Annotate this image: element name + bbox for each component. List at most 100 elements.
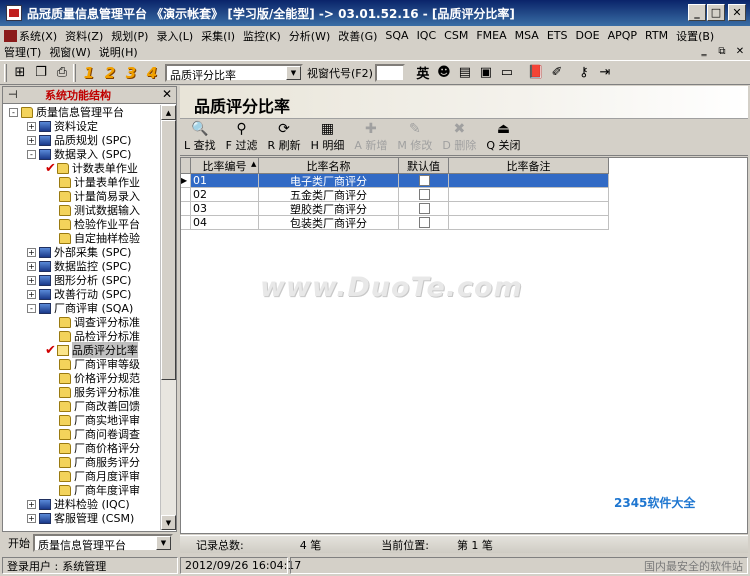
tree-node[interactable]: + 资料设定 — [27, 119, 98, 133]
sidebar-scrollbar[interactable]: ▲ ▼ — [160, 105, 176, 530]
collapse-icon[interactable]: - — [27, 303, 36, 313]
expand-icon[interactable]: + — [27, 499, 36, 509]
tree-node[interactable]: + 数据监控 (SPC) — [27, 259, 131, 273]
maximize-button[interactable]: □ — [707, 4, 725, 21]
detail-button[interactable]: ▦ H 明细 — [311, 121, 345, 155]
print-icon[interactable]: ⎙ — [52, 63, 72, 83]
menu-item-11[interactable]: FMEA — [476, 29, 506, 42]
menu-item-5[interactable]: 监控(K) — [243, 28, 281, 44]
tree-node[interactable]: 厂商问卷调查 — [45, 427, 140, 441]
delete-button[interactable]: ✖ D 删除 — [442, 121, 476, 155]
expand-icon[interactable]: + — [27, 261, 36, 271]
tree-node[interactable]: 厂商价格评分 — [45, 441, 140, 455]
tree-node[interactable]: 厂商服务评分 — [45, 455, 140, 469]
grid-cell-code[interactable]: 03 — [191, 202, 259, 216]
pin-icon[interactable]: ⊣ — [8, 88, 18, 101]
menu2-item-1[interactable]: 视窗(W) — [49, 44, 90, 60]
minimize-button[interactable]: _ — [688, 4, 706, 21]
grid-cell-remark[interactable] — [449, 188, 609, 202]
tree-node[interactable]: 厂商实地评审 — [45, 413, 140, 427]
menu2-item-0[interactable]: 管理(T) — [4, 44, 41, 60]
menu-item-8[interactable]: SQA — [385, 29, 408, 42]
tree-node[interactable]: + 客服管理 (CSM) — [27, 511, 134, 525]
calculator-icon[interactable]: ▤ — [455, 63, 475, 83]
copy-icon[interactable]: ❐ — [31, 63, 51, 83]
expand-icon[interactable]: + — [27, 513, 36, 523]
tree-node[interactable]: ✔ 计数表单作业 — [45, 161, 138, 176]
find-button[interactable]: 🔍 L 查找 — [184, 121, 216, 155]
menu-item-13[interactable]: ETS — [547, 29, 568, 42]
add-button[interactable]: ✚ A 新增 — [354, 121, 387, 155]
window-select[interactable]: 品质评分比率 ▼ — [165, 63, 303, 82]
menu-item-3[interactable]: 录入(L) — [156, 28, 193, 44]
shortcut-4-button[interactable]: 4 — [142, 63, 162, 83]
scroll-up-button[interactable]: ▲ — [161, 105, 176, 120]
menu-item-16[interactable]: RTM — [645, 29, 668, 42]
close-icon[interactable]: ✕ — [162, 87, 172, 101]
column-header[interactable]: 比率备注 — [449, 158, 609, 174]
tree-node[interactable]: 价格评分规范 — [45, 371, 140, 385]
menu-item-15[interactable]: APQP — [608, 29, 637, 42]
grid-cell-default[interactable]: ✔ — [399, 174, 449, 188]
tree-icon[interactable]: ⊞ — [10, 63, 30, 83]
language-toggle[interactable]: 英 — [413, 63, 433, 83]
tree-node[interactable]: 测试数据输入 — [45, 203, 140, 217]
tree-node[interactable]: 服务评分标准 — [45, 385, 140, 399]
mdi-close-button[interactable]: ✕ — [732, 44, 748, 58]
expand-icon[interactable]: + — [27, 275, 36, 285]
shortcut-2-button[interactable]: 2 — [100, 63, 120, 83]
filter-button[interactable]: ⚲ F 过滤 — [226, 121, 258, 155]
tree-node[interactable]: 厂商年度评审 — [45, 483, 140, 497]
tree-node[interactable]: - 厂商评审 (SQA) — [27, 301, 133, 315]
chevron-down-icon[interactable]: ▼ — [156, 536, 171, 550]
shortcut-1-button[interactable]: 1 — [79, 63, 99, 83]
tree-node[interactable]: 计量简易录入 — [45, 189, 140, 203]
window-code-input[interactable] — [374, 63, 405, 82]
menu-item-12[interactable]: MSA — [515, 29, 539, 42]
default-checkbox[interactable] — [419, 189, 430, 200]
refresh-button[interactable]: ⟳ R 刷新 — [267, 121, 300, 155]
grid-cell-remark[interactable] — [449, 216, 609, 230]
menu-item-10[interactable]: CSM — [444, 29, 468, 42]
scroll-down-button[interactable]: ▼ — [161, 515, 176, 530]
tree-node[interactable]: - 数据录入 (SPC) — [27, 147, 131, 161]
menu-item-9[interactable]: IQC — [417, 29, 437, 42]
grid-cell-default[interactable] — [399, 188, 449, 202]
window-icon[interactable]: ▭ — [497, 63, 517, 83]
expand-icon[interactable]: + — [27, 135, 36, 145]
grid-cell-code[interactable]: 01 — [191, 174, 259, 188]
exit-icon[interactable]: ⇥ — [595, 63, 615, 83]
column-header[interactable]: 比率编号 — [191, 158, 259, 174]
grid-cell-name[interactable]: 包装类厂商评分 — [259, 216, 399, 230]
tree-node[interactable]: 厂商评审等级 — [45, 357, 140, 371]
menu-item-0[interactable]: 系统(X) — [4, 28, 57, 44]
tree-node[interactable]: + 图形分析 (SPC) — [27, 273, 131, 287]
tree-node[interactable]: 检验作业平台 — [45, 217, 140, 231]
tree-node[interactable]: ✔ 品质评分比率 — [45, 342, 138, 358]
default-checkbox[interactable] — [419, 217, 430, 228]
menu-item-14[interactable]: DOE — [575, 29, 599, 42]
tree-node[interactable]: 调查评分标准 — [45, 315, 140, 329]
menu-item-7[interactable]: 改善(G) — [338, 28, 377, 44]
tree-node[interactable]: + 改善行动 (SPC) — [27, 287, 131, 301]
default-checkbox[interactable]: ✔ — [419, 175, 430, 186]
book-icon[interactable]: 📕 — [526, 63, 546, 83]
grid-cell-code[interactable]: 02 — [191, 188, 259, 202]
expand-icon[interactable]: + — [27, 121, 36, 131]
expand-icon[interactable]: + — [27, 289, 36, 299]
menu2-item-2[interactable]: 说明(H) — [99, 44, 138, 60]
menu-item-2[interactable]: 规划(P) — [111, 28, 148, 44]
start-select[interactable]: 质量信息管理平台 ▼ — [33, 534, 173, 552]
default-checkbox[interactable] — [419, 203, 430, 214]
tree-node[interactable]: + 进料检验 (IQC) — [27, 497, 130, 511]
grid-cell-default[interactable] — [399, 202, 449, 216]
shortcut-3-button[interactable]: 3 — [121, 63, 141, 83]
expand-icon[interactable]: + — [27, 247, 36, 257]
tree-node[interactable]: + 外部采集 (SPC) — [27, 245, 131, 259]
tag-icon[interactable]: ✐ — [547, 63, 567, 83]
toolbar-grip[interactable] — [4, 63, 7, 82]
mdi-restore-button[interactable]: ⧉ — [714, 44, 730, 58]
menu-item-1[interactable]: 资料(Z) — [65, 28, 103, 44]
column-header[interactable]: 默认值 — [399, 158, 449, 174]
collapse-icon[interactable]: - — [27, 149, 36, 159]
